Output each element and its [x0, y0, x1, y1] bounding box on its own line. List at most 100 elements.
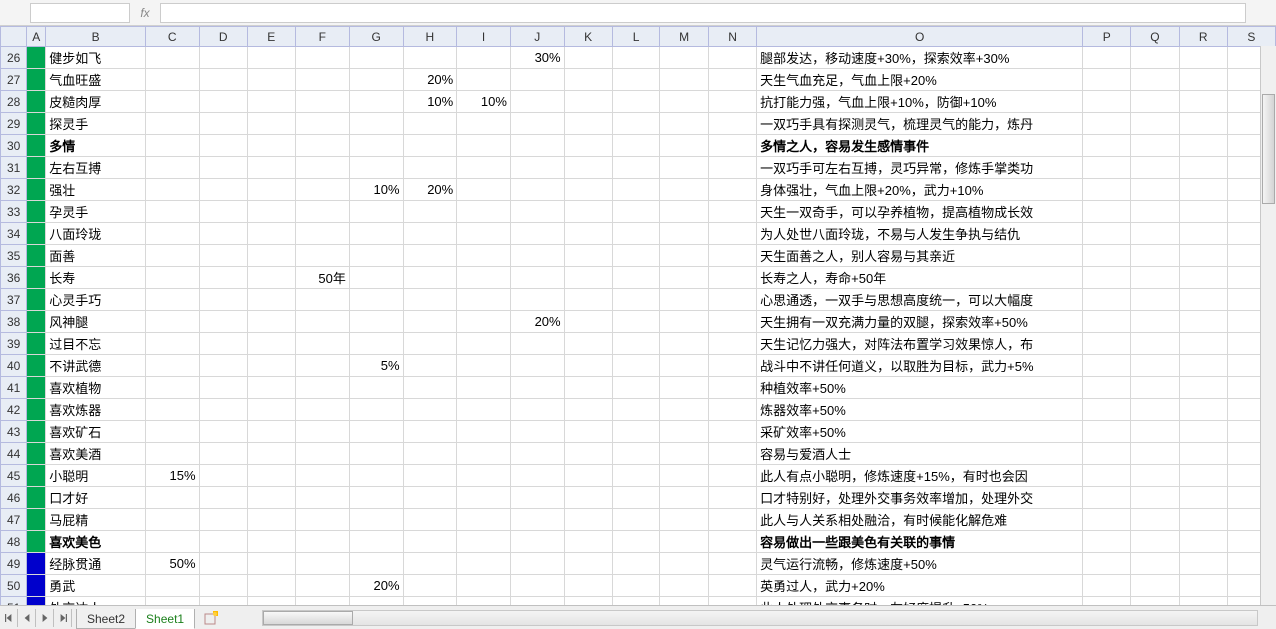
cell-I33[interactable]: [457, 201, 511, 223]
cell-M51[interactable]: [660, 597, 709, 606]
cell-R32[interactable]: [1179, 179, 1227, 201]
cell-Q49[interactable]: [1131, 553, 1179, 575]
cell-R51[interactable]: [1179, 597, 1227, 606]
cell-B51[interactable]: 外交达人: [46, 597, 146, 606]
cell-M27[interactable]: [660, 69, 709, 91]
row-header[interactable]: 29: [1, 113, 27, 135]
cell-F27[interactable]: [295, 69, 349, 91]
cell-D29[interactable]: [199, 113, 247, 135]
fx-label[interactable]: fx: [130, 6, 160, 20]
cell-O39[interactable]: 天生记忆力强大，对阵法布置学习效果惊人，布: [757, 333, 1083, 355]
cell-L32[interactable]: [612, 179, 660, 201]
cell-E46[interactable]: [247, 487, 295, 509]
cell-P47[interactable]: [1083, 509, 1131, 531]
cell-B36[interactable]: 长寿: [46, 267, 146, 289]
cell-Q40[interactable]: [1131, 355, 1179, 377]
cell-N46[interactable]: [708, 487, 756, 509]
cell-I38[interactable]: [457, 311, 511, 333]
cell-I28[interactable]: 10%: [457, 91, 511, 113]
cell-N45[interactable]: [708, 465, 756, 487]
cell-I32[interactable]: [457, 179, 511, 201]
cell-A35[interactable]: [27, 245, 46, 267]
cell-A27[interactable]: [27, 69, 46, 91]
cell-O28[interactable]: 抗打能力强，气血上限+10%，防御+10%: [757, 91, 1083, 113]
cell-E48[interactable]: [247, 531, 295, 553]
cell-N27[interactable]: [708, 69, 756, 91]
cell-P34[interactable]: [1083, 223, 1131, 245]
cell-I44[interactable]: [457, 443, 511, 465]
column-header-Q[interactable]: Q: [1131, 27, 1179, 47]
column-header-L[interactable]: L: [612, 27, 660, 47]
cell-B38[interactable]: 风神腿: [46, 311, 146, 333]
cell-A26[interactable]: [27, 47, 46, 69]
cell-L50[interactable]: [612, 575, 660, 597]
cell-P38[interactable]: [1083, 311, 1131, 333]
cell-L26[interactable]: [612, 47, 660, 69]
cell-H34[interactable]: [403, 223, 457, 245]
cell-E36[interactable]: [247, 267, 295, 289]
cell-Q26[interactable]: [1131, 47, 1179, 69]
cell-K28[interactable]: [564, 91, 612, 113]
column-header-H[interactable]: H: [403, 27, 457, 47]
cell-N51[interactable]: [708, 597, 756, 606]
cell-C30[interactable]: [145, 135, 199, 157]
cell-F50[interactable]: [295, 575, 349, 597]
cell-A28[interactable]: [27, 91, 46, 113]
cell-A48[interactable]: [27, 531, 46, 553]
cell-I40[interactable]: [457, 355, 511, 377]
cell-G47[interactable]: [349, 509, 403, 531]
cell-B50[interactable]: 勇武: [46, 575, 146, 597]
cell-P39[interactable]: [1083, 333, 1131, 355]
row-header[interactable]: 36: [1, 267, 27, 289]
cell-G50[interactable]: 20%: [349, 575, 403, 597]
cell-L36[interactable]: [612, 267, 660, 289]
column-header-O[interactable]: O: [757, 27, 1083, 47]
cell-M49[interactable]: [660, 553, 709, 575]
cell-E51[interactable]: [247, 597, 295, 606]
cell-G40[interactable]: 5%: [349, 355, 403, 377]
cell-K50[interactable]: [564, 575, 612, 597]
cell-H51[interactable]: [403, 597, 457, 606]
cell-R38[interactable]: [1179, 311, 1227, 333]
cell-L38[interactable]: [612, 311, 660, 333]
cell-G48[interactable]: [349, 531, 403, 553]
cell-Q44[interactable]: [1131, 443, 1179, 465]
cell-Q31[interactable]: [1131, 157, 1179, 179]
cell-H33[interactable]: [403, 201, 457, 223]
cell-B37[interactable]: 心灵手巧: [46, 289, 146, 311]
cell-R36[interactable]: [1179, 267, 1227, 289]
cell-K37[interactable]: [564, 289, 612, 311]
cell-N35[interactable]: [708, 245, 756, 267]
cell-C47[interactable]: [145, 509, 199, 531]
cell-C36[interactable]: [145, 267, 199, 289]
row-header[interactable]: 28: [1, 91, 27, 113]
cell-J27[interactable]: [510, 69, 564, 91]
cell-I39[interactable]: [457, 333, 511, 355]
cell-Q27[interactable]: [1131, 69, 1179, 91]
cell-B26[interactable]: 健步如飞: [46, 47, 146, 69]
cell-R44[interactable]: [1179, 443, 1227, 465]
cell-A49[interactable]: [27, 553, 46, 575]
cell-C48[interactable]: [145, 531, 199, 553]
cell-H31[interactable]: [403, 157, 457, 179]
cell-P33[interactable]: [1083, 201, 1131, 223]
cell-C32[interactable]: [145, 179, 199, 201]
cell-F49[interactable]: [295, 553, 349, 575]
cell-C39[interactable]: [145, 333, 199, 355]
cell-K34[interactable]: [564, 223, 612, 245]
cell-L41[interactable]: [612, 377, 660, 399]
cell-R28[interactable]: [1179, 91, 1227, 113]
cell-B33[interactable]: 孕灵手: [46, 201, 146, 223]
cell-A45[interactable]: [27, 465, 46, 487]
cell-L43[interactable]: [612, 421, 660, 443]
cell-Q46[interactable]: [1131, 487, 1179, 509]
cell-M37[interactable]: [660, 289, 709, 311]
cell-B43[interactable]: 喜欢矿石: [46, 421, 146, 443]
cell-Q28[interactable]: [1131, 91, 1179, 113]
cell-E26[interactable]: [247, 47, 295, 69]
cell-H30[interactable]: [403, 135, 457, 157]
cell-F39[interactable]: [295, 333, 349, 355]
cell-P28[interactable]: [1083, 91, 1131, 113]
cell-M40[interactable]: [660, 355, 709, 377]
cell-O35[interactable]: 天生面善之人，别人容易与其亲近: [757, 245, 1083, 267]
